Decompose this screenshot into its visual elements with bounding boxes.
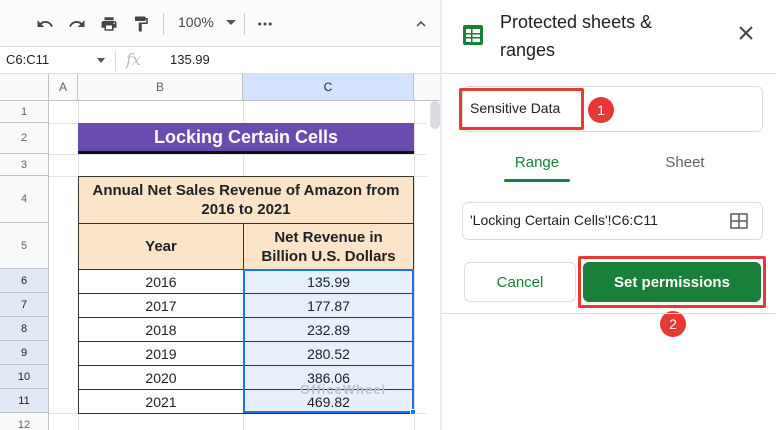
cancel-button[interactable]: Cancel: [464, 262, 576, 302]
row-header-8[interactable]: 8: [0, 317, 49, 341]
sheet-title-cell[interactable]: Locking Certain Cells: [78, 123, 414, 154]
step-badge-1: 1: [588, 97, 614, 123]
tab-sheet[interactable]: Sheet: [652, 154, 718, 171]
gridline: [49, 154, 427, 155]
year-cell[interactable]: 2016: [78, 269, 244, 294]
watermark: OfficeWheel: [300, 382, 387, 397]
redo-icon[interactable]: [66, 13, 88, 35]
table-caption-cell[interactable]: Annual Net Sales Revenue of Amazon from …: [78, 176, 414, 224]
row-header-6[interactable]: 6: [0, 269, 49, 293]
year-cell[interactable]: 2019: [78, 341, 244, 366]
row-header-9[interactable]: 9: [0, 341, 49, 365]
row-header-7[interactable]: 7: [0, 293, 49, 317]
sheets-icon: [462, 24, 484, 51]
row-header-3[interactable]: 3: [0, 154, 49, 176]
panel-divider: [442, 313, 776, 314]
zoom-select[interactable]: 100%: [178, 14, 214, 30]
close-icon[interactable]: [738, 24, 754, 47]
more-icon[interactable]: [254, 13, 276, 35]
toolbar-divider: [163, 13, 164, 35]
row-header-12[interactable]: 12: [0, 413, 49, 430]
annotation-highlight: [459, 88, 584, 130]
undo-icon[interactable]: [34, 13, 56, 35]
row-header-11[interactable]: 11: [0, 389, 49, 413]
formula-input[interactable]: 135.99: [170, 52, 210, 67]
chevron-down-icon[interactable]: [97, 58, 105, 63]
grid-select-icon[interactable]: [730, 213, 748, 234]
row-header-2[interactable]: 2: [0, 123, 49, 154]
revenue-cell[interactable]: 232.89: [243, 317, 414, 342]
toolbar: 100%: [0, 0, 442, 46]
row-header-5[interactable]: 5: [0, 223, 49, 269]
name-box[interactable]: C6:C11: [6, 52, 49, 67]
column-header-c[interactable]: C: [243, 74, 414, 101]
vertical-scrollbar[interactable]: [430, 101, 440, 129]
revenue-header-cell[interactable]: Net Revenue in Billion U.S. Dollars: [243, 223, 414, 270]
revenue-cell[interactable]: 280.52: [243, 341, 414, 366]
paint-format-icon[interactable]: [130, 13, 152, 35]
column-header-b[interactable]: B: [78, 74, 243, 101]
row-header-10[interactable]: 10: [0, 365, 49, 389]
panel-divider: [442, 73, 776, 74]
row-header-4[interactable]: 4: [0, 176, 49, 223]
column-header-a[interactable]: A: [49, 74, 78, 101]
active-tab-indicator: [504, 179, 570, 182]
gridline: [414, 101, 415, 430]
year-cell[interactable]: 2017: [78, 293, 244, 318]
collapse-icon[interactable]: [410, 13, 432, 35]
range-value[interactable]: 'Locking Certain Cells'!C6:C11: [470, 212, 658, 228]
formula-bar: C6:C11 fx 135.99: [0, 46, 442, 74]
toolbar-divider: [244, 13, 245, 35]
protected-ranges-panel: Protected sheets & ranges Sensitive Data…: [442, 0, 776, 430]
fx-icon: fx: [126, 50, 141, 69]
annotation-highlight: [578, 256, 766, 308]
column-header-d[interactable]: [414, 74, 442, 101]
year-cell[interactable]: 2021: [78, 389, 244, 414]
chevron-down-icon[interactable]: [226, 20, 236, 25]
row-header-1[interactable]: 1: [0, 101, 49, 123]
fill-handle[interactable]: [410, 409, 416, 415]
year-cell[interactable]: 2018: [78, 317, 244, 342]
print-icon[interactable]: [98, 13, 120, 35]
year-header-cell[interactable]: Year: [78, 223, 244, 270]
spreadsheet-grid[interactable]: A B C 1 2 3 4 5 6 7 8 9 10 11 12 Locking…: [0, 74, 442, 430]
formula-divider: [115, 51, 116, 71]
panel-title: Protected sheets & ranges: [500, 12, 653, 60]
select-all-corner[interactable]: [0, 74, 49, 101]
year-cell[interactable]: 2020: [78, 365, 244, 390]
revenue-cell[interactable]: 135.99: [243, 269, 414, 294]
tab-range[interactable]: Range: [504, 154, 570, 171]
revenue-cell[interactable]: 177.87: [243, 293, 414, 318]
step-badge-2: 2: [660, 311, 686, 337]
